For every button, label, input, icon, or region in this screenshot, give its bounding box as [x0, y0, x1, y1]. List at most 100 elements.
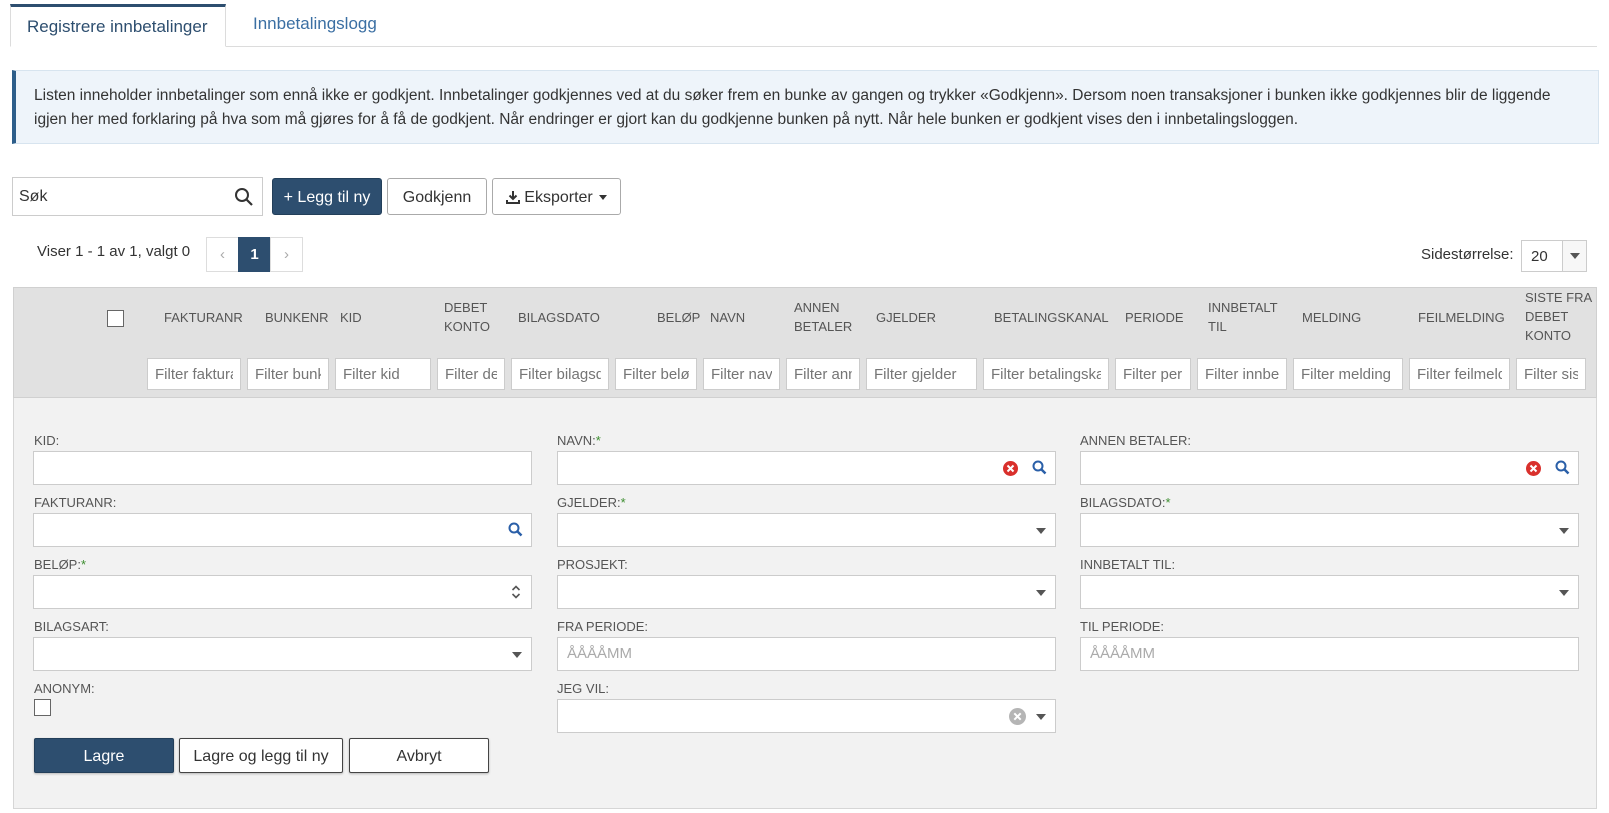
approve-button[interactable]: Godkjenn: [387, 178, 487, 215]
cancel-button[interactable]: Avbryt: [349, 738, 489, 773]
export-button[interactable]: Eksporter: [492, 178, 621, 215]
innbetalt-til-label: INNBETALT TIL:: [1080, 557, 1176, 572]
search-icon[interactable]: [234, 187, 254, 207]
info-message: Listen inneholder innbetalinger som ennå…: [12, 70, 1599, 144]
filter-belop[interactable]: [615, 358, 697, 390]
spinner-icon[interactable]: [511, 585, 521, 599]
chevron-down-icon: [1036, 528, 1046, 534]
chevron-down-icon: [1036, 590, 1046, 596]
filter-navn[interactable]: [703, 358, 780, 390]
col-feilmelding[interactable]: FEILMELDING: [1418, 308, 1505, 327]
chevron-down-icon[interactable]: [1562, 241, 1586, 271]
kid-input[interactable]: [33, 451, 532, 485]
required-mark: *: [80, 557, 87, 572]
col-debet-konto[interactable]: DEBET KONTO: [444, 298, 504, 336]
filter-annen-betaler[interactable]: [786, 358, 860, 390]
annen-betaler-input[interactable]: [1080, 451, 1579, 485]
bilagsart-select[interactable]: [33, 637, 532, 671]
tab-bar: Registrere innbetalinger Innbetalingslog…: [10, 0, 1597, 47]
filter-betalingskanal[interactable]: [983, 358, 1109, 390]
filter-innbetalt-til[interactable]: [1197, 358, 1287, 390]
save-button[interactable]: Lagre: [34, 738, 174, 773]
anonym-label: ANONYM:: [34, 681, 95, 696]
filter-bilagsdato[interactable]: [511, 358, 609, 390]
chevron-down-icon: [1036, 714, 1046, 720]
tab-innbetalingslogg[interactable]: Innbetalingslogg: [237, 4, 393, 47]
belop-input[interactable]: [33, 575, 532, 609]
page-size-value: 20: [1531, 248, 1548, 265]
pager-summary: Viser 1 - 1 av 1, valgt 0: [37, 243, 191, 260]
search-input[interactable]: [13, 178, 223, 215]
export-label: Eksporter: [524, 189, 593, 206]
filter-debet-konto[interactable]: [437, 358, 505, 390]
prosjekt-label: PROSJEKT:: [557, 557, 628, 572]
chevron-down-icon: [512, 652, 522, 658]
jeg-vil-select[interactable]: [557, 699, 1056, 733]
filter-gjelder[interactable]: [866, 358, 977, 390]
add-new-button[interactable]: + Legg til ny: [272, 178, 382, 215]
anonym-checkbox[interactable]: [34, 699, 51, 716]
select-all-checkbox[interactable]: [107, 310, 124, 327]
col-fakturanr[interactable]: FAKTURANR: [164, 308, 243, 327]
filter-periode[interactable]: [1115, 358, 1191, 390]
navn-label-text: NAVN:: [557, 433, 596, 448]
search-icon[interactable]: [508, 522, 523, 537]
gjelder-label-text: GJELDER:: [557, 495, 621, 510]
col-kid[interactable]: KID: [340, 308, 362, 327]
required-mark: *: [595, 433, 601, 448]
col-innbetalt-til[interactable]: INNBETALT TIL: [1208, 298, 1278, 336]
grid-header: FAKTURANR BUNKENR KID DEBET KONTO BILAGS…: [13, 287, 1597, 398]
tab-registrere-innbetalinger[interactable]: Registrere innbetalinger: [10, 4, 226, 47]
search-icon[interactable]: [1032, 460, 1047, 475]
chevron-down-icon: [1559, 590, 1569, 596]
search-box: [12, 177, 263, 216]
clear-icon[interactable]: [1002, 460, 1019, 477]
belop-label: BELØP:*: [34, 557, 86, 572]
prosjekt-select[interactable]: [557, 575, 1056, 609]
search-icon[interactable]: [1555, 460, 1570, 475]
bilagsdato-select[interactable]: [1080, 513, 1579, 547]
prev-page-button[interactable]: ‹: [206, 237, 239, 272]
filter-feilmelding[interactable]: [1409, 358, 1510, 390]
kid-label: KID:: [34, 433, 60, 448]
fra-periode-input[interactable]: ÅÅÅÅMM: [557, 637, 1056, 671]
page-size-select[interactable]: 20: [1521, 240, 1587, 272]
clear-icon[interactable]: [1525, 460, 1542, 477]
col-gjelder[interactable]: GJELDER: [876, 308, 936, 327]
chevron-down-icon: [1559, 528, 1569, 534]
pagination: ‹ 1 ›: [206, 237, 303, 272]
annen-betaler-label: ANNEN BETALER:: [1080, 433, 1192, 448]
col-annen-betaler[interactable]: ANNEN BETALER: [794, 298, 859, 336]
fakturanr-label: FAKTURANR:: [34, 495, 117, 510]
gjelder-select[interactable]: [557, 513, 1056, 547]
col-siste-fra-debet-konto[interactable]: SISTE FRA DEBET KONTO: [1525, 288, 1595, 345]
bilagsdato-label: BILAGSDATO:*: [1080, 495, 1171, 510]
jeg-vil-label: JEG VIL:: [557, 681, 610, 696]
col-navn[interactable]: NAVN: [710, 308, 745, 327]
innbetalt-til-select[interactable]: [1080, 575, 1579, 609]
next-page-button[interactable]: ›: [270, 237, 303, 272]
gjelder-label: GJELDER:*: [557, 495, 626, 510]
fakturanr-input[interactable]: [33, 513, 532, 547]
col-betalingskanal[interactable]: BETALINGSKANAL: [994, 308, 1109, 327]
col-melding[interactable]: MELDING: [1302, 308, 1361, 327]
col-belop[interactable]: BELØP: [657, 308, 700, 327]
col-bunkenr[interactable]: BUNKENR: [265, 308, 329, 327]
navn-input[interactable]: [557, 451, 1056, 485]
til-periode-input[interactable]: ÅÅÅÅMM: [1080, 637, 1579, 671]
download-icon: [506, 191, 521, 204]
clear-icon[interactable]: [1008, 707, 1027, 726]
page-1-button[interactable]: 1: [238, 237, 271, 272]
col-periode[interactable]: PERIODE: [1125, 308, 1184, 327]
required-mark: *: [1165, 495, 1171, 510]
save-and-add-new-button[interactable]: Lagre og legg til ny: [179, 738, 343, 773]
required-mark: *: [620, 495, 626, 510]
bilagsdato-label-text: BILAGSDATO:: [1080, 495, 1166, 510]
filter-siste-fra-debet-konto[interactable]: [1516, 358, 1586, 390]
filter-fakturanr[interactable]: [147, 358, 241, 390]
filter-kid[interactable]: [335, 358, 431, 390]
filter-bunkenr[interactable]: [247, 358, 329, 390]
col-bilagsdato[interactable]: BILAGSDATO: [518, 308, 600, 327]
page-size-label: Sidestørrelse:: [1421, 246, 1514, 263]
filter-melding[interactable]: [1293, 358, 1403, 390]
